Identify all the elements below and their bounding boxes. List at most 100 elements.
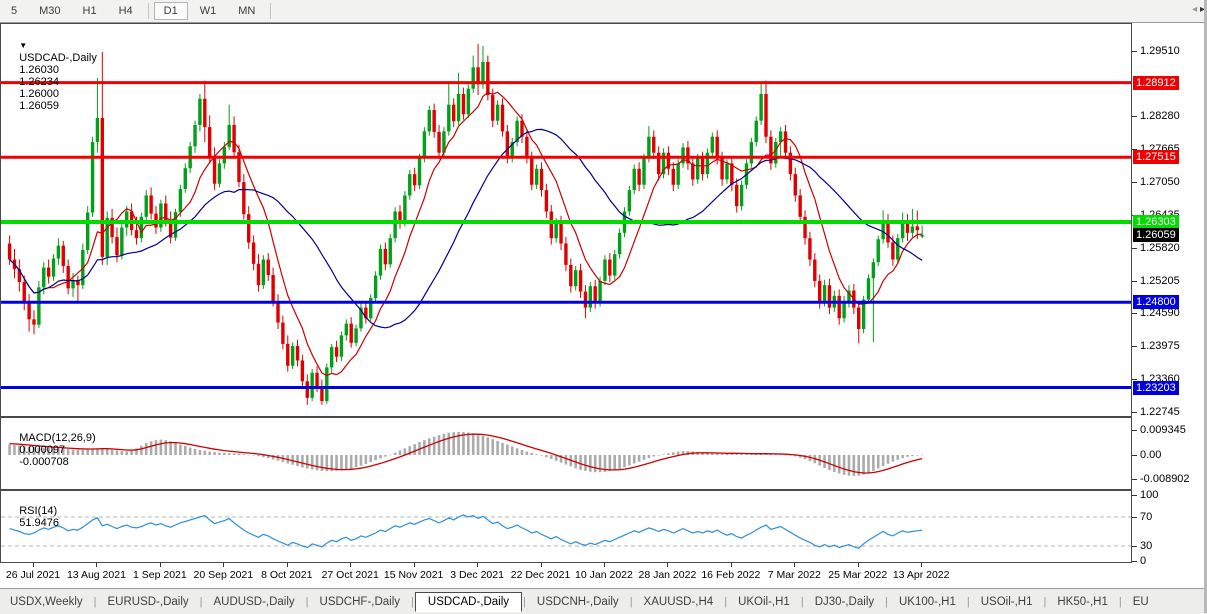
date-label: 7 Mar 2022 — [768, 569, 821, 581]
time-axis[interactable]: 26 Jul 2021 13 Aug 2021 1 Sep 2021 20 Sep 2… — [0, 563, 1132, 588]
tab-usdcnh-daily[interactable]: USDCNH-,Daily — [527, 593, 629, 611]
timeframe-button-h4[interactable]: H4 — [109, 2, 143, 20]
macd-signal-value: -0.000708 — [19, 456, 69, 468]
tab-usoil-h1[interactable]: USOil-,H1 — [971, 593, 1043, 611]
axis-tick — [1132, 546, 1137, 547]
tab-scroll-left-icon[interactable]: ◂ — [1192, 4, 1197, 15]
date-tick — [667, 563, 668, 567]
level-price-label: 1.23203 — [1133, 381, 1179, 395]
price-tick-label: 1.27050 — [1140, 176, 1180, 188]
tab-audusd-daily[interactable]: AUDUSD-,Daily — [204, 593, 305, 611]
timeframe-button-mn[interactable]: MN — [228, 2, 265, 20]
date-tick — [604, 563, 605, 567]
date-tick — [287, 563, 288, 567]
ohlc-high: 1.26234 — [19, 76, 59, 88]
rsi-label: RSI(14) 51.9476 — [7, 493, 59, 541]
rsi-panel[interactable]: RSI(14) 51.9476 — [0, 490, 1132, 563]
macd-tick-label: -0.008902 — [1140, 473, 1190, 485]
price-tick-label: 1.24590 — [1140, 307, 1180, 319]
date-tick — [160, 563, 161, 567]
date-label: 1 Sep 2021 — [133, 569, 187, 581]
axis-tick — [1132, 51, 1137, 52]
ohlc-close: 1.26059 — [19, 100, 59, 112]
timeframe-button-m30[interactable]: M30 — [29, 2, 70, 20]
date-label: 22 Dec 2021 — [511, 569, 571, 581]
date-tick — [477, 563, 478, 567]
date-label: 26 Jul 2021 — [6, 569, 60, 581]
macd-chart[interactable] — [1, 418, 1131, 489]
timeframe-button-5[interactable]: 5 — [1, 2, 27, 20]
axis-tick — [1132, 248, 1137, 249]
level-price-label: 1.28912 — [1133, 76, 1179, 90]
axis-tick — [1132, 313, 1137, 314]
tab-dj30-daily[interactable]: DJ30-,Daily — [805, 593, 884, 611]
tab-xauusd-h4[interactable]: XAUUSD-,H4 — [634, 593, 724, 611]
axis-tick — [1132, 430, 1137, 431]
axis-tick — [1132, 495, 1137, 496]
rsi-tick-label: 0 — [1140, 555, 1146, 567]
date-tick — [350, 563, 351, 567]
date-label: 20 Sep 2021 — [194, 569, 254, 581]
price-tick-label: 1.28280 — [1140, 110, 1180, 122]
timeframe-button-w1[interactable]: W1 — [190, 2, 227, 20]
date-tick — [223, 563, 224, 567]
axis-tick — [1132, 346, 1137, 347]
macd-tick-label: 0.009345 — [1140, 424, 1186, 436]
date-label: 13 Aug 2021 — [67, 569, 126, 581]
macd-label: MACD(12,26,9) 0.000097 -0.000708 — [7, 420, 96, 480]
tab-usdx-weekly[interactable]: USDX,Weekly — [0, 593, 93, 611]
ohlc-open: 1.26030 — [19, 64, 59, 76]
axis-tick — [1132, 281, 1137, 282]
tab-ukoil-h1[interactable]: UKOil-,H1 — [728, 593, 800, 611]
date-label: 10 Jan 2022 — [575, 569, 633, 581]
price-tick-label: 1.29510 — [1140, 45, 1180, 57]
axis-tick — [1132, 455, 1137, 456]
date-label: 8 Oct 2021 — [261, 569, 312, 581]
chart-dropdown-icon[interactable]: ▼ — [19, 41, 27, 50]
timeframe-toolbar: 5M30H1H4 D1W1MN — [0, 0, 1207, 23]
axis-tick — [1132, 182, 1137, 183]
price-tick-label: 1.25205 — [1140, 275, 1180, 287]
main-chart-panel[interactable]: ▼ USDCAD-,Daily 1.26030 1.26234 1.26000 … — [0, 23, 1132, 417]
chart-title: ▼ USDCAD-,Daily 1.26030 1.26234 1.26000 … — [7, 28, 100, 124]
price-tick-label: 1.22745 — [1140, 406, 1180, 418]
level-price-label: 1.27515 — [1133, 150, 1179, 164]
rsi-tick-label: 100 — [1140, 489, 1158, 501]
date-label: 27 Oct 2021 — [322, 569, 379, 581]
ohlc-low: 1.26000 — [19, 88, 59, 100]
rsi-tick-label: 70 — [1140, 511, 1152, 523]
level-price-label: 1.26303 — [1133, 215, 1179, 229]
axis-tick — [1132, 479, 1137, 480]
rsi-name: RSI(14) — [19, 505, 57, 517]
timeframe-button-h1[interactable]: H1 — [73, 2, 107, 20]
date-label: 28 Jan 2022 — [638, 569, 696, 581]
tab-eurusd-daily[interactable]: EURUSD-,Daily — [98, 593, 199, 611]
macd-main-value: 0.000097 — [19, 444, 65, 456]
timeframe-button-d1[interactable]: D1 — [154, 2, 188, 20]
date-label: 3 Dec 2021 — [450, 569, 504, 581]
tab-usdchf-daily[interactable]: USDCHF-,Daily — [310, 593, 411, 611]
tab-eu[interactable]: EU — [1123, 593, 1159, 611]
candlestick-chart[interactable] — [1, 24, 1131, 416]
tab-uk100-h1[interactable]: UK100-,H1 — [889, 593, 966, 611]
toolbar-separator — [148, 3, 149, 19]
price-tick-label: 1.23975 — [1140, 340, 1180, 352]
macd-tick-label: 0.00 — [1140, 449, 1161, 461]
date-tick — [731, 563, 732, 567]
macd-panel[interactable]: MACD(12,26,9) 0.000097 -0.000708 — [0, 417, 1132, 490]
chart-symbol-label: USDCAD-,Daily — [19, 52, 97, 64]
axis-tick — [1132, 517, 1137, 518]
price-tick-label: 1.25820 — [1140, 242, 1180, 254]
date-tick — [858, 563, 859, 567]
axis-tick — [1132, 561, 1137, 562]
date-label: 25 Mar 2022 — [828, 569, 887, 581]
tab-usdcad-daily[interactable]: USDCAD-,Daily — [415, 592, 522, 612]
date-tick — [921, 563, 922, 567]
rsi-value: 51.9476 — [19, 517, 59, 529]
tab-hk50-h1[interactable]: HK50-,H1 — [1047, 593, 1118, 611]
rsi-chart[interactable] — [1, 491, 1131, 563]
price-axis[interactable]: 1.295101.282801.276651.270501.264351.258… — [1132, 23, 1203, 588]
chart-tabs-bar: USDX,Weekly|EURUSD-,Daily|AUDUSD-,Daily|… — [0, 588, 1207, 614]
date-tick — [794, 563, 795, 567]
macd-name: MACD(12,26,9) — [19, 432, 95, 444]
